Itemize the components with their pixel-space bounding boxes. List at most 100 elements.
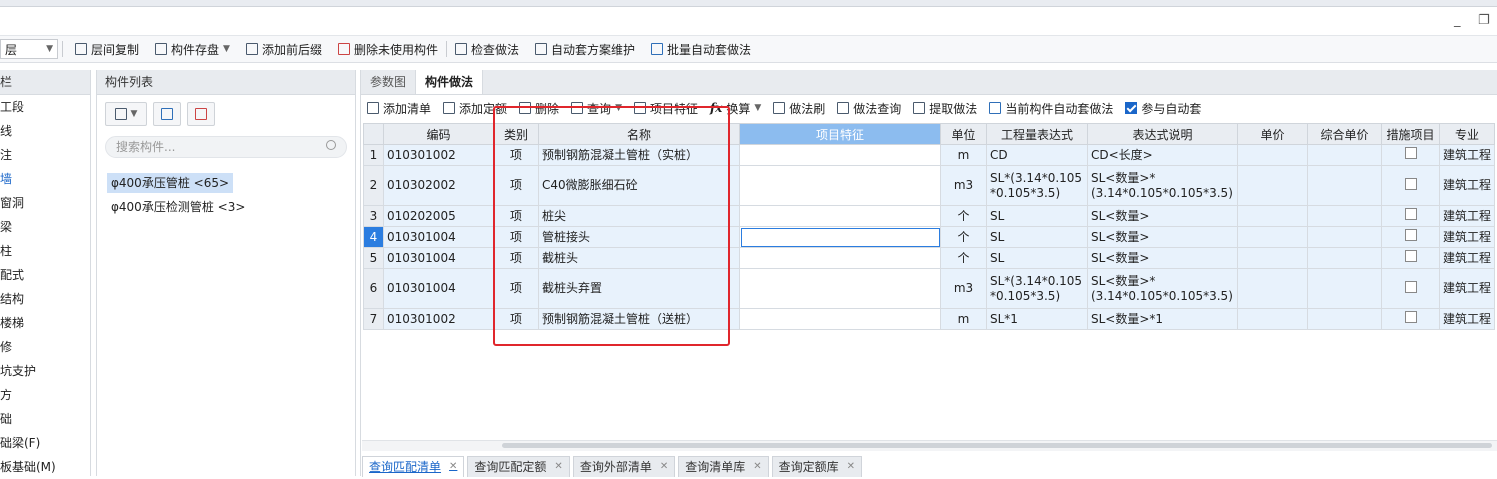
cell-name[interactable]: C40微膨胀细石砼 [538,165,740,206]
cell-type[interactable]: 项 [493,308,539,330]
cell-unit[interactable]: m [940,144,987,166]
column-header-type[interactable]: 类别 [493,123,539,145]
cell-expression[interactable]: SL [986,247,1088,269]
row-number[interactable]: 1 [363,144,384,166]
cell-expression-desc[interactable]: CD<长度> [1087,144,1238,166]
cell-name[interactable]: 截桩头 [538,247,740,269]
delete-button[interactable]: 删除 [513,97,565,119]
component-item[interactable]: φ400承压检测管桩 <3> [107,197,249,217]
nav-item[interactable]: 线 [0,119,90,143]
delete-unused-button[interactable]: 删除未使用构件 [330,38,446,60]
cell-major[interactable]: 建筑工程 [1438,247,1496,269]
cell-measure[interactable] [1381,268,1440,309]
cell-major[interactable]: 建筑工程 [1438,226,1496,248]
cell-feature[interactable] [739,308,941,330]
nav-item[interactable]: 方 [0,383,90,407]
component-search-input[interactable]: 搜索构件... [105,136,347,158]
close-icon[interactable]: ✕ [847,457,855,477]
nav-item[interactable]: 配式 [0,263,90,287]
row-number[interactable]: 2 [363,165,384,206]
current-auto-method-button[interactable]: 当前构件自动套做法 [983,97,1119,119]
cell-measure[interactable] [1381,165,1440,206]
column-header-major[interactable]: 专业 [1438,123,1496,145]
floor-copy-button[interactable]: 层间复制 [67,38,147,60]
cell-feature[interactable] [739,144,941,166]
cell-total-price[interactable] [1307,247,1382,269]
row-number[interactable]: 7 [363,308,384,330]
cell-expression-desc[interactable]: SL<数量>*(3.14*0.105*0.105*3.5) [1087,165,1238,206]
tab-query-matched-quota[interactable]: 查询匹配定额 ✕ [467,456,570,477]
row-number[interactable]: 6 [363,268,384,309]
item-feature-button[interactable]: 项目特征 [628,97,704,119]
close-icon[interactable]: ✕ [554,457,562,477]
column-header-code[interactable]: 编码 [383,123,494,145]
cell-total-price[interactable] [1307,226,1382,248]
cell-measure[interactable] [1381,308,1440,330]
nav-item[interactable]: 坑支护 [0,359,90,383]
cell-price[interactable] [1237,165,1308,206]
row-number[interactable]: 5 [363,247,384,269]
cell-expression-desc[interactable]: SL<数量> [1087,205,1238,227]
cell-expression-desc[interactable]: SL<数量>*1 [1087,308,1238,330]
table-row[interactable]: 6 010301004 项 截桩头弃置 m3 SL*(3.14*0.105*0.… [363,268,1496,309]
cell-expression[interactable]: SL*(3.14*0.105*0.105*3.5) [986,268,1088,309]
cell-expression-desc[interactable]: SL<数量> [1087,247,1238,269]
cell-unit[interactable]: 个 [940,247,987,269]
measure-checkbox[interactable] [1404,311,1417,323]
nav-item-selected[interactable]: 墙 [0,167,90,191]
restore-button[interactable]: ❐ [1478,13,1490,28]
nav-item[interactable]: 梁 [0,215,90,239]
cell-name[interactable]: 桩尖 [538,205,740,227]
nav-item[interactable]: 工段 [0,95,90,119]
measure-checkbox[interactable] [1404,250,1417,262]
nav-item[interactable]: 柱 [0,239,90,263]
cell-code[interactable]: 010301002 [383,144,494,166]
nav-item[interactable]: 修 [0,335,90,359]
cell-feature-active[interactable] [739,226,941,248]
nav-item[interactable]: 窗洞 [0,191,90,215]
measure-checkbox[interactable] [1404,229,1417,241]
cell-total-price[interactable] [1307,144,1382,166]
cell-name[interactable]: 预制钢筋混凝土管桩（送桩） [538,308,740,330]
cell-expression-desc[interactable]: SL<数量>*(3.14*0.105*0.105*3.5) [1087,268,1238,309]
close-icon[interactable]: ✕ [449,457,457,477]
table-row[interactable]: 7 010301002 项 预制钢筋混凝土管桩（送桩） m SL*1 SL<数量… [363,308,1496,330]
cell-major[interactable]: 建筑工程 [1438,205,1496,227]
column-header-name[interactable]: 名称 [538,123,740,145]
cell-code[interactable]: 010301004 [383,226,494,248]
component-item-selected[interactable]: φ400承压管桩 <65> [107,173,234,193]
cell-total-price[interactable] [1307,308,1382,330]
close-icon[interactable]: ✕ [753,457,761,477]
cell-type[interactable]: 项 [493,247,539,269]
cell-price[interactable] [1237,205,1308,227]
measure-checkbox[interactable] [1404,147,1417,159]
cell-expression[interactable]: SL*(3.14*0.105*0.105*3.5) [986,165,1088,206]
save-component-button[interactable]: 构件存盘 ▼ [147,38,238,60]
cell-major[interactable]: 建筑工程 [1438,144,1496,166]
nav-item[interactable]: 注 [0,143,90,167]
cell-major[interactable]: 建筑工程 [1438,308,1496,330]
tab-query-bill-library[interactable]: 查询清单库 ✕ [678,456,769,477]
cell-total-price[interactable] [1307,205,1382,227]
check-method-button[interactable]: 检查做法 [447,38,527,60]
measure-checkbox[interactable] [1404,208,1417,220]
auto-scheme-button[interactable]: 自动套方案维护 [527,38,643,60]
join-auto-checkbox[interactable]: 参与自动套 [1119,97,1207,119]
cell-measure[interactable] [1381,144,1440,166]
column-header-expression[interactable]: 工程量表达式 [986,123,1088,145]
cell-expression-desc[interactable]: SL<数量> [1087,226,1238,248]
tab-query-external-bill[interactable]: 查询外部清单 ✕ [572,456,676,477]
cell-feature[interactable] [739,268,941,309]
cell-type[interactable]: 项 [493,144,539,166]
cell-expression[interactable]: SL*1 [986,308,1088,330]
cell-unit[interactable]: m [940,308,987,330]
cell-unit[interactable]: 个 [940,205,987,227]
measure-checkbox[interactable] [1404,280,1417,293]
cell-expression[interactable]: CD [986,144,1088,166]
column-header-price[interactable]: 单价 [1237,123,1308,145]
batch-auto-button[interactable]: 批量自动套做法 [643,38,759,60]
nav-item[interactable]: 楼梯 [0,311,90,335]
cell-price[interactable] [1237,226,1308,248]
cell-total-price[interactable] [1307,268,1382,309]
cell-major[interactable]: 建筑工程 [1438,165,1496,206]
